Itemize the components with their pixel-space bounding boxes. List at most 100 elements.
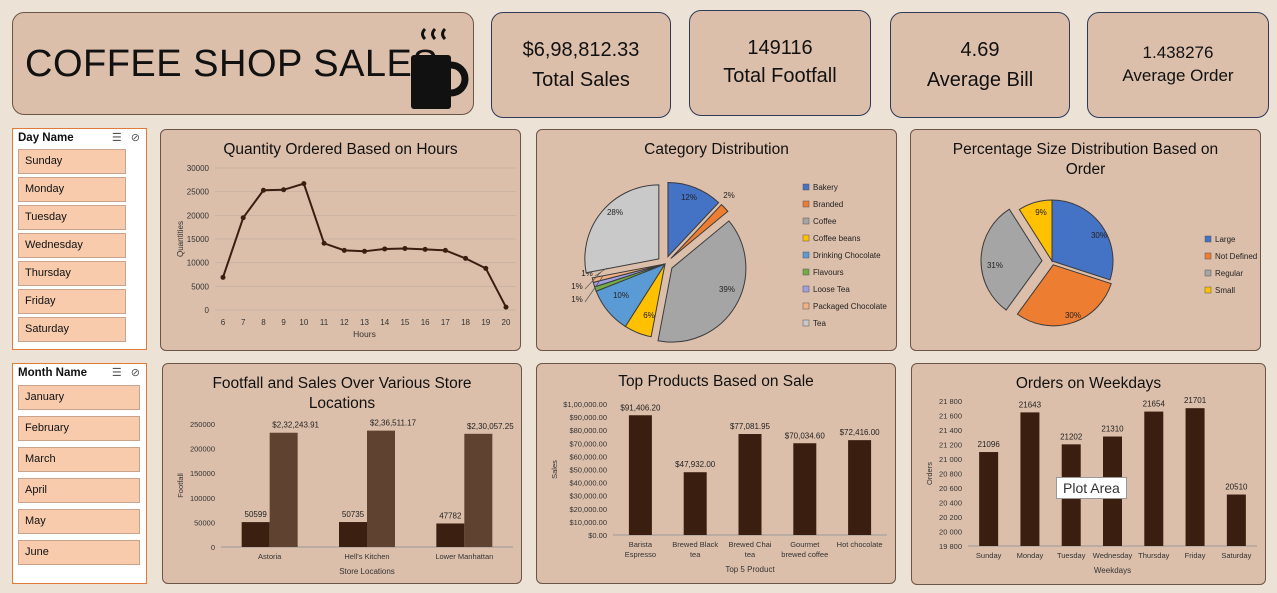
slicer-item-tuesday[interactable]: Tuesday <box>18 205 126 230</box>
size-distribution-chart: 30% 30% 31% 9% Large Not Defined Regular Small <box>980 199 1257 327</box>
kpi-label: Average Bill <box>926 69 1034 91</box>
bar <box>683 472 707 535</box>
multi-select-icon[interactable]: ☰ <box>112 367 122 379</box>
clear-filter-icon[interactable]: ⊘ <box>131 367 140 379</box>
y-axis-label: Footfall <box>176 473 185 498</box>
x-tick-label: Hot chocolate <box>837 540 883 549</box>
bar <box>1185 408 1205 546</box>
coffee-mug-icon <box>411 27 469 109</box>
data-label: $2,30,057.25 <box>467 422 514 431</box>
legend-swatch <box>802 234 810 242</box>
y-tick-label: $20,000.00 <box>569 505 607 514</box>
legend-label: Flavours <box>813 268 844 277</box>
bar <box>241 522 270 547</box>
x-tick-label: Tuesday <box>1057 551 1086 560</box>
slicer-item-march[interactable]: March <box>18 447 140 472</box>
y-tick-label: 19 800 <box>939 542 962 551</box>
legend-label: Bakery <box>813 183 838 192</box>
y-tick-label: 21 000 <box>939 455 962 464</box>
slicer-item-monday[interactable]: Monday <box>18 177 126 202</box>
slicer-item-may[interactable]: May <box>18 509 140 534</box>
legend-label: Coffee <box>813 217 837 226</box>
y-axis-label: Sales <box>550 460 559 479</box>
data-point <box>281 187 287 193</box>
legend-swatch <box>802 319 810 327</box>
slicer-item-sunday[interactable]: Sunday <box>18 149 126 174</box>
slicer-item-april[interactable]: April <box>18 478 140 503</box>
page-title: COFFEE SHOP SALES <box>25 43 439 85</box>
kpi-average-bill: 4.69 Average Bill <box>890 12 1070 118</box>
legend-label: Not Defined <box>1215 252 1257 261</box>
data-label: 21643 <box>1019 400 1042 409</box>
x-tick-label: Lower Manhattan <box>435 552 493 561</box>
data-point <box>503 304 509 310</box>
slicer-item-june[interactable]: June <box>18 540 140 565</box>
x-axis-label: Weekdays <box>1094 566 1131 575</box>
slicer-item-saturday[interactable]: Saturday <box>18 317 126 342</box>
kpi-value: 149116 <box>747 37 813 59</box>
y-tick-label: $60,000.00 <box>569 452 607 461</box>
multi-select-icon[interactable]: ☰ <box>112 132 122 144</box>
bar <box>464 433 493 547</box>
y-tick-label: 15000 <box>187 235 210 244</box>
y-tick-label: 20 600 <box>939 484 962 493</box>
legend-label: Large <box>1215 235 1236 244</box>
y-tick-label: 20 800 <box>939 470 962 479</box>
y-tick-label: 21 200 <box>939 441 962 450</box>
y-tick-label: 100000 <box>190 494 215 503</box>
y-tick-label: 30000 <box>187 164 210 173</box>
data-label: 47782 <box>439 511 462 520</box>
y-tick-label: $0.00 <box>588 531 607 540</box>
data-label: $47,932.00 <box>675 460 716 469</box>
bar <box>367 430 395 547</box>
data-label: 10% <box>613 291 629 300</box>
clear-filter-icon[interactable]: ⊘ <box>131 132 140 144</box>
x-tick-label: Sunday <box>976 551 1002 560</box>
y-tick-label: 200000 <box>190 445 215 454</box>
x-tick-label: Brewed Chai tea <box>729 540 772 559</box>
y-tick-label: 0 <box>205 306 210 315</box>
data-label: 1% <box>571 282 583 291</box>
slicer-item-february[interactable]: February <box>18 416 140 441</box>
data-point <box>240 215 246 221</box>
x-tick-label: 8 <box>261 318 266 327</box>
kpi-value: $6,98,812.33 <box>522 39 640 61</box>
legend-label: Drinking Chocolate <box>813 251 881 260</box>
data-point <box>483 265 489 271</box>
x-tick-label: 13 <box>360 318 369 327</box>
data-point <box>260 187 266 193</box>
weekday-orders-panel: Orders on Weekdays 19 800 20 000 20 200 20 … <box>911 363 1266 585</box>
x-tick-label: 17 <box>441 318 450 327</box>
x-tick-label: Gourmet brewed coffee <box>781 540 828 559</box>
weekday-orders-chart: 19 800 20 000 20 200 20 400 20 600 20 800 21 0… <box>925 396 1257 575</box>
legend-label: Packaged Chocolate <box>813 302 887 311</box>
day-name-slicer: Day Name ☰ ⊘ Sunday Monday Tuesday Wednesda… <box>12 128 147 350</box>
y-tick-label: $70,000.00 <box>569 439 607 448</box>
slicer-item-thursday[interactable]: Thursday <box>18 261 126 286</box>
slicer-item-friday[interactable]: Friday <box>18 289 126 314</box>
category-distribution-chart: 12% 2%39%6%10%1%1%1%28%BakeryBrandedCoffe… <box>571 182 887 343</box>
data-point <box>321 240 327 246</box>
data-label: $70,034.60 <box>785 431 826 440</box>
x-tick-label: Brewed Black tea <box>672 540 718 559</box>
data-label: 28% <box>607 208 623 217</box>
data-label: 39% <box>719 285 735 294</box>
hourly-quantity-chart-panel: Quantity Ordered Based on Hours 0 5000 100… <box>160 129 521 351</box>
legend-swatch <box>1204 252 1212 260</box>
legend-label: Regular <box>1215 269 1243 278</box>
data-point <box>422 246 428 252</box>
x-tick-label: Thursday <box>1138 551 1170 560</box>
y-tick-label: $30,000.00 <box>569 492 607 501</box>
data-label: 21654 <box>1143 400 1166 409</box>
y-tick-label: 21 800 <box>939 397 962 406</box>
x-tick-label: 12 <box>340 318 349 327</box>
legend-swatch <box>802 285 810 293</box>
kpi-total-sales: $6,98,812.33 Total Sales <box>491 12 671 118</box>
x-tick-label: 19 <box>481 318 490 327</box>
x-tick-label: Friday <box>1185 551 1206 560</box>
y-tick-label: 25000 <box>187 188 210 197</box>
slicer-item-january[interactable]: January <box>18 385 140 410</box>
x-tick-label: 9 <box>281 318 286 327</box>
slicer-item-wednesday[interactable]: Wednesday <box>18 233 126 258</box>
data-label: 30% <box>1065 311 1081 320</box>
